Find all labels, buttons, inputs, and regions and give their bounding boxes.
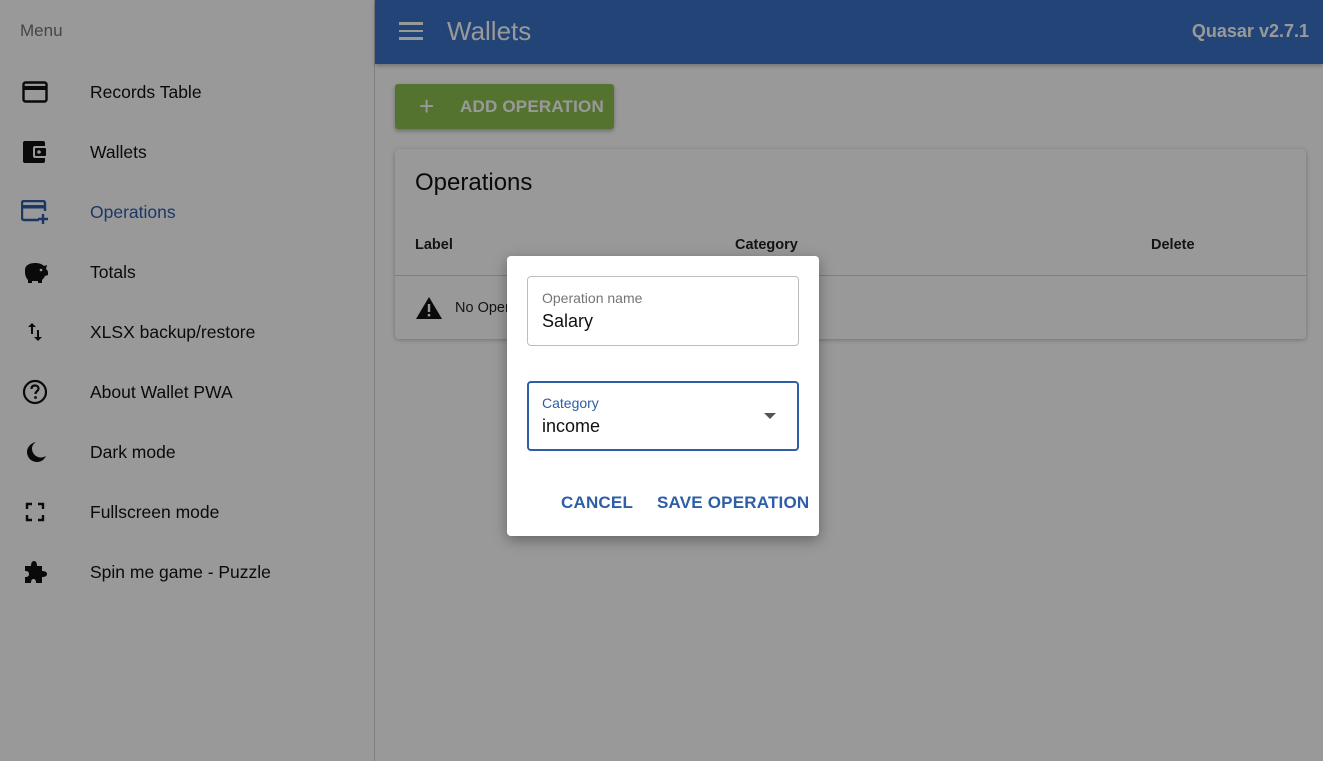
operation-name-field[interactable]: Operation name Salary	[527, 276, 799, 346]
operation-name-value[interactable]: Salary	[542, 311, 593, 332]
category-value[interactable]: income	[542, 416, 600, 437]
category-select[interactable]: Category income	[527, 381, 799, 451]
dropdown-arrow-icon[interactable]	[764, 413, 776, 419]
cancel-button[interactable]: CANCEL	[561, 493, 633, 513]
app-root: Menu Records Table Wallets Operations To…	[0, 0, 1323, 761]
operation-name-label: Operation name	[542, 290, 643, 306]
add-operation-dialog: Operation name Salary Category income CA…	[507, 256, 819, 536]
save-operation-button[interactable]: SAVE OPERATION	[657, 493, 809, 513]
category-label: Category	[542, 395, 599, 411]
